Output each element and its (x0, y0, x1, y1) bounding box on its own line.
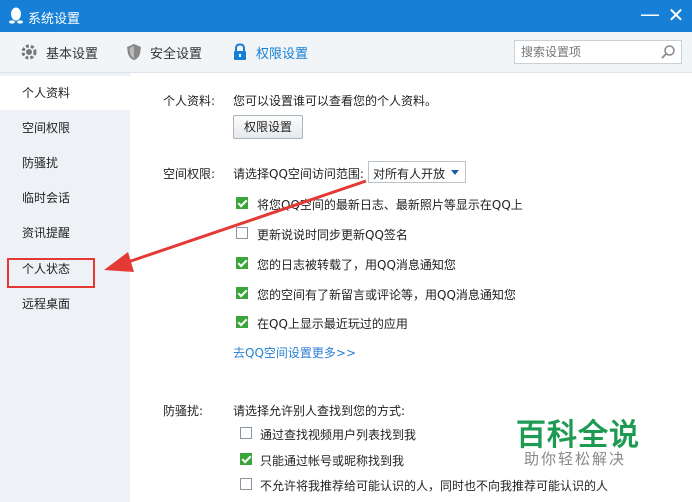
qq-penguin-icon (9, 7, 23, 24)
harass-description: 请选择允许别人查找到您的方式: (233, 404, 406, 418)
tab-permission-settings[interactable]: 权限设置 (232, 32, 308, 72)
lock-icon (234, 43, 246, 60)
watermark-subtitle: 助你轻松解决 (524, 450, 627, 468)
section-label-harass: 防骚扰: (163, 404, 204, 418)
search-input[interactable] (521, 43, 651, 61)
checkbox-notify-repost[interactable] (236, 257, 248, 269)
checkbox-find-by-account[interactable] (240, 453, 252, 465)
checkbox-notify-comments[interactable] (236, 287, 248, 299)
option-label: 您的空间有了新留言或评论等，用QQ消息通知您 (257, 288, 516, 302)
tab-label: 基本设置 (46, 46, 99, 62)
space-range-label: 请选择QQ空间访问范围: (233, 167, 364, 181)
sidebar-item-anti-harassment[interactable]: 防骚扰 (0, 146, 130, 180)
option-label: 通过查找视频用户列表找到我 (260, 428, 417, 442)
checkbox-show-recent-apps[interactable] (236, 316, 248, 328)
sidebar-item-space-permission[interactable]: 空间权限 (0, 111, 130, 145)
gear-icon (21, 44, 37, 60)
annotation-highlight-box (7, 258, 95, 288)
tab-label: 安全设置 (150, 46, 203, 62)
minimize-button[interactable]: — (640, 4, 660, 26)
sidebar-item-remote-desktop[interactable]: 远程桌面 (0, 287, 130, 321)
profile-description: 您可以设置谁可以查看您的个人资料。 (233, 94, 438, 108)
option-label: 更新说说时同步更新QQ签名 (257, 228, 408, 242)
tab-basic-settings[interactable]: 基本设置 (20, 32, 98, 72)
tab-security-settings[interactable]: 安全设置 (126, 32, 202, 72)
section-label-space: 空间权限: (163, 167, 216, 181)
checkbox-show-latest[interactable] (236, 197, 248, 209)
search-icon[interactable] (660, 44, 676, 60)
sidebar-item-profile[interactable]: 个人资料 (0, 76, 130, 110)
caret-down-icon (451, 170, 459, 175)
space-more-link[interactable]: 去QQ空间设置更多>> (233, 344, 356, 361)
option-label: 您的日志被转载了，用QQ消息通知您 (257, 258, 456, 272)
checkbox-sync-signature[interactable] (236, 227, 248, 239)
option-label: 将您QQ空间的最新日志、最新照片等显示在QQ上 (257, 198, 523, 212)
option-label: 不允许将我推荐给可能认识的人，同时也不向我推荐可能认识的人 (260, 479, 609, 493)
space-range-select[interactable]: 对所有人开放 (368, 161, 466, 183)
tab-label: 权限设置 (256, 46, 309, 62)
option-label: 只能通过帐号或昵称找到我 (260, 454, 405, 468)
shield-icon (127, 44, 141, 60)
option-label: 在QQ上显示最近玩过的应用 (257, 317, 408, 331)
permission-settings-button[interactable]: 权限设置 (233, 115, 303, 139)
checkbox-find-by-video-list[interactable] (240, 427, 252, 439)
search-box[interactable] (514, 40, 682, 64)
checkbox-no-recommend[interactable] (240, 478, 252, 490)
close-button[interactable]: ✕ (665, 3, 687, 27)
section-label-profile: 个人资料: (163, 94, 216, 108)
window-title: 系统设置 (28, 12, 81, 27)
sidebar-item-news-alert[interactable]: 资讯提醒 (0, 216, 130, 250)
title-bar: 系统设置 — ✕ (0, 0, 692, 32)
space-range-value: 对所有人开放 (373, 167, 446, 181)
sidebar-item-temp-chat[interactable]: 临时会话 (0, 181, 130, 215)
